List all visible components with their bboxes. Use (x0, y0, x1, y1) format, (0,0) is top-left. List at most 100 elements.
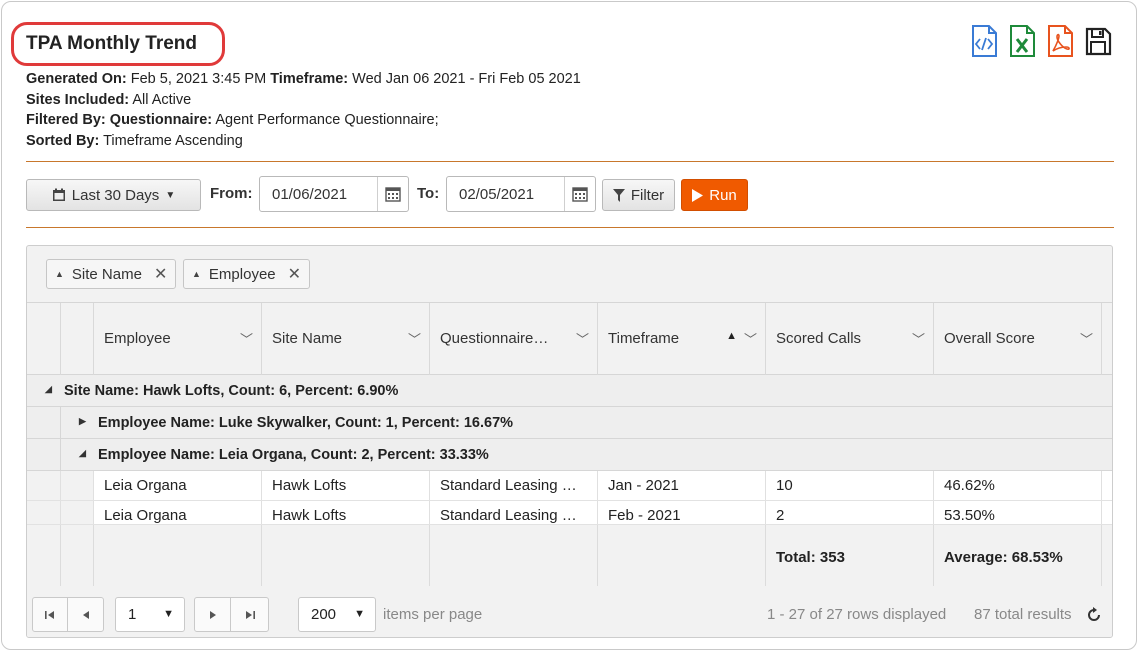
to-date-value: 02/05/2021 (459, 186, 535, 203)
refresh-icon[interactable] (1086, 607, 1102, 623)
items-per-page-label: items per page (383, 606, 483, 623)
filtered-label: Filtered By: (26, 112, 106, 128)
column-menu-icon[interactable]: ﹀ (240, 329, 253, 348)
first-page-icon (45, 610, 54, 619)
table-row[interactable]: Leia Organa Hawk Lofts Standard Leasing … (27, 471, 1112, 501)
cell-employee: Leia Organa (94, 471, 262, 500)
date-range-label: Last 30 Days (71, 186, 160, 204)
group-indent-column (27, 303, 61, 375)
cell-overall-score: 53.50% (934, 501, 1102, 524)
group-chip-label: Employee (208, 265, 276, 283)
collapse-icon[interactable]: ◢ (45, 384, 52, 395)
cell-timeframe: Feb - 2021 (598, 501, 766, 524)
grid-header: Employee ﹀ Site Name ﹀ Questionnaire… ﹀ Tim… (27, 303, 1112, 375)
prev-page-button[interactable] (67, 597, 104, 632)
group-row-employee[interactable]: ▶ Employee Name: Luke Skywalker, Count: … (27, 407, 1112, 439)
caret-down-icon: ▼ (165, 189, 176, 201)
timeframe-value: Wed Jan 06 2021 - Fri Feb 05 2021 (352, 71, 581, 87)
column-header-timeframe[interactable]: Timeframe ▲ ﹀ (598, 303, 766, 375)
group-indent (61, 501, 94, 524)
column-menu-icon[interactable]: ﹀ (744, 329, 757, 348)
grid-footer: Total: 353 Average: 68.53% (27, 525, 1112, 589)
to-date-input[interactable]: 02/05/2021 (446, 176, 596, 212)
first-page-button[interactable] (32, 597, 68, 632)
group-indent (27, 501, 61, 524)
column-menu-icon[interactable]: ﹀ (576, 329, 589, 348)
page-select[interactable]: 1 ▼ (115, 597, 185, 632)
sorted-label: Sorted By: (26, 132, 100, 149)
cell-questionnaire: Standard Leasing … (430, 501, 598, 524)
excel-export-icon[interactable] (1007, 24, 1037, 58)
column-menu-icon[interactable]: ﹀ (912, 329, 925, 348)
play-icon (692, 188, 704, 202)
footer-total: Total: 353 (766, 525, 934, 588)
pager: 1 ▼ 200 ▼ items per page 1 - 27 of 27 ro… (27, 586, 1112, 637)
group-row-employee[interactable]: ◢ Employee Name: Leia Organa, Count: 2, … (27, 439, 1112, 471)
filtered-key: Questionnaire: (109, 112, 213, 128)
export-toolbar (969, 24, 1113, 58)
cell-scored-calls: 2 (766, 501, 934, 524)
date-range-dropdown[interactable]: Last 30 Days ▼ (26, 179, 201, 211)
group-indent (61, 471, 94, 500)
expand-icon[interactable]: ▶ (79, 416, 86, 427)
sites-value: All Active (132, 91, 192, 108)
column-header-overall-score[interactable]: Overall Score ﹀ (934, 303, 1102, 375)
cell-site-name: Hawk Lofts (262, 471, 430, 500)
sites-label: Sites Included: (26, 91, 130, 108)
group-indent-column (61, 303, 94, 375)
next-page-icon (209, 610, 216, 619)
calendar-picker-icon[interactable] (564, 177, 595, 211)
group-indent (27, 439, 61, 470)
table-row[interactable]: Leia Organa Hawk Lofts Standard Leasing … (27, 501, 1112, 525)
filter-button[interactable]: Filter (602, 179, 675, 211)
cell-employee: Leia Organa (94, 501, 262, 524)
cell-site-name: Hawk Lofts (262, 501, 430, 524)
group-row-site[interactable]: ◢ Site Name: Hawk Lofts, Count: 6, Perce… (27, 375, 1112, 407)
generated-on-label: Generated On: (26, 71, 127, 87)
pdf-export-icon[interactable] (1045, 24, 1075, 58)
remove-icon[interactable]: ✕ (154, 264, 167, 284)
group-by-bar: ▲ Site Name ✕ ▲ Employee ✕ (27, 246, 1112, 303)
cell-scored-calls: 10 (766, 471, 934, 500)
code-export-icon[interactable] (969, 24, 999, 58)
rows-displayed-label: 1 - 27 of 27 rows displayed (767, 606, 947, 623)
save-icon[interactable] (1083, 24, 1113, 58)
run-button[interactable]: Run (681, 179, 748, 211)
sort-asc-icon: ▲ (192, 269, 201, 279)
column-header-scored-calls[interactable]: Scored Calls ﹀ (766, 303, 934, 375)
column-header-questionnaire[interactable]: Questionnaire… ﹀ (430, 303, 598, 375)
group-chip-site-name[interactable]: ▲ Site Name ✕ (46, 259, 177, 289)
to-label: To: (417, 185, 440, 202)
divider-top (26, 161, 1114, 162)
report-grid: ▲ Site Name ✕ ▲ Employee ✕ Employee ﹀ Sit… (26, 245, 1113, 638)
timeframe-label: Timeframe: (270, 71, 349, 87)
remove-icon[interactable]: ✕ (288, 264, 301, 284)
next-page-button[interactable] (194, 597, 231, 632)
column-menu-icon[interactable]: ﹀ (408, 329, 421, 348)
report-metadata: Generated On: Feb 5, 2021 3:45 PM Timefr… (26, 69, 581, 151)
group-indent (27, 471, 61, 500)
page-size-select[interactable]: 200 ▼ (298, 597, 376, 632)
sort-asc-icon: ▲ (55, 269, 64, 279)
cell-questionnaire: Standard Leasing … (430, 471, 598, 500)
caret-down-icon: ▼ (163, 608, 174, 620)
filtered-value: Agent Performance Questionnaire; (215, 112, 439, 128)
generated-on-value: Feb 5, 2021 3:45 PM (130, 71, 267, 87)
from-label: From: (210, 185, 253, 202)
page-title: TPA Monthly Trend (26, 33, 197, 54)
filter-label: Filter (630, 186, 665, 204)
divider-bottom (26, 227, 1114, 228)
last-page-icon (245, 610, 255, 619)
date-toolbar: Last 30 Days ▼ From: 01/06/2021 To: 02/0… (26, 176, 1114, 212)
column-menu-icon[interactable]: ﹀ (1080, 329, 1093, 348)
prev-page-icon (82, 610, 89, 619)
from-date-input[interactable]: 01/06/2021 (259, 176, 409, 212)
column-header-site-name[interactable]: Site Name ﹀ (262, 303, 430, 375)
calendar-picker-icon[interactable] (377, 177, 408, 211)
collapse-icon[interactable]: ◢ (79, 448, 86, 459)
group-chip-employee[interactable]: ▲ Employee ✕ (183, 259, 311, 289)
last-page-button[interactable] (230, 597, 269, 632)
filter-icon (612, 188, 625, 202)
calendar-icon (52, 188, 65, 201)
column-header-employee[interactable]: Employee ﹀ (94, 303, 262, 375)
